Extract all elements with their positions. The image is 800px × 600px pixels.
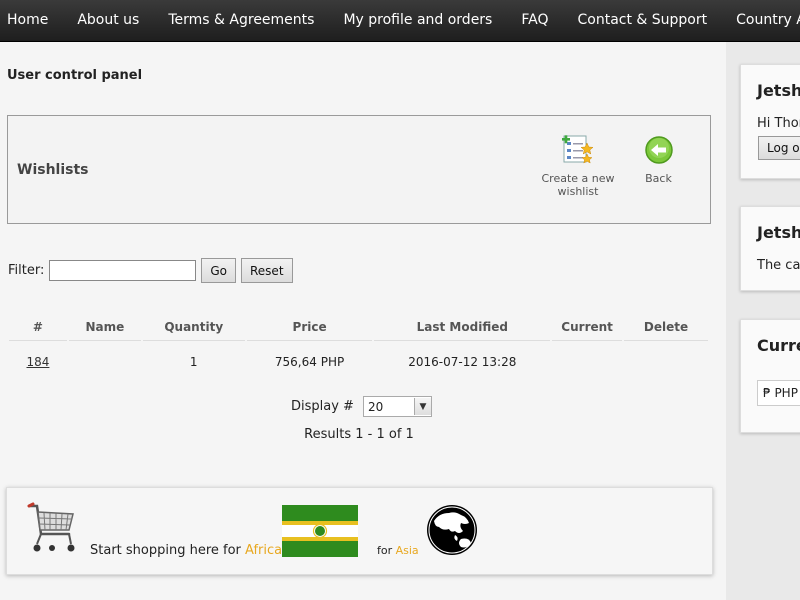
display-label: Display # — [291, 399, 354, 414]
row-current-cell — [552, 341, 622, 383]
row-id-cell: 184 — [9, 341, 67, 383]
account-box-title: Jetsho — [757, 81, 800, 100]
wishlist-link[interactable]: 184 — [27, 355, 50, 369]
row-modified-cell: 2016-07-12 13:28 — [408, 355, 517, 369]
info-box-title: Jetsho — [757, 223, 800, 242]
wishlists-panel: Wishlists Create a new wishlist Back — [7, 115, 711, 224]
reset-button[interactable]: Reset — [241, 258, 293, 283]
currency-box: Curre ₱ PHP — [740, 319, 800, 433]
display-count-select[interactable]: 20 ▼ — [362, 396, 432, 417]
filter-label: Filter: — [8, 263, 45, 278]
col-quantity[interactable]: Quantity — [142, 314, 245, 341]
main-content: User control panel Wishlists Create a ne… — [0, 42, 726, 600]
back-button[interactable]: Back — [636, 134, 681, 185]
nav-terms[interactable]: Terms & Agreements — [153, 0, 328, 41]
filter-input[interactable] — [49, 260, 197, 281]
col-delete[interactable]: Delete — [624, 314, 708, 341]
greeting-text: Hi Thom — [757, 116, 800, 131]
col-price[interactable]: Price — [246, 314, 373, 341]
asia-globe-icon[interactable] — [425, 503, 479, 557]
african-union-flag-icon[interactable] — [282, 505, 358, 557]
info-box: Jetsho The ca — [740, 206, 800, 291]
back-label: Back — [645, 172, 672, 185]
col-current[interactable]: Current — [552, 314, 623, 341]
table-header-row: # Name Quantity Price Last Modified Curr… — [9, 314, 708, 341]
page-title: User control panel — [7, 68, 143, 83]
for-label: for — [377, 544, 393, 557]
chevron-down-icon: ▼ — [413, 398, 431, 415]
currency-select[interactable]: ₱ PHP — [757, 380, 800, 406]
back-arrow-icon — [644, 136, 673, 164]
account-box: Jetsho Hi Thom Log ou — [740, 64, 800, 179]
info-box-text: The ca — [757, 258, 800, 273]
results-counter: Results 1 - 1 of 1 — [304, 427, 414, 442]
row-price-cell: 756,64 PHP — [274, 355, 345, 369]
display-count-row: Display # 20 ▼ — [291, 396, 432, 417]
row-delete-cell — [624, 341, 708, 383]
start-shopping-text: Start shopping here for Africa — [90, 543, 282, 558]
col-last-modified[interactable]: Last Modified — [374, 314, 551, 341]
shopping-cart-icon — [27, 502, 75, 552]
start-shopping-label: Start shopping here for — [90, 543, 241, 558]
go-button[interactable]: Go — [201, 258, 236, 283]
create-wishlist-button[interactable]: Create a new wishlist — [523, 134, 633, 198]
currency-box-title: Curre — [757, 336, 800, 355]
start-shopping-box: Start shopping here for Africa for Asia — [6, 487, 713, 575]
row-name-cell — [69, 341, 141, 383]
nav-about-us[interactable]: About us — [62, 0, 153, 41]
asia-link[interactable]: Asia — [396, 544, 419, 557]
for-asia-text: for Asia — [377, 544, 419, 557]
table-row: 184 1 756,64 PHP 2016-07-12 13:28 — [9, 341, 708, 383]
wishlist-table: # Name Quantity Price Last Modified Curr… — [7, 314, 710, 383]
nav-faq[interactable]: FAQ — [506, 0, 562, 41]
nav-contact-support[interactable]: Contact & Support — [562, 0, 721, 41]
wishlists-title: Wishlists — [17, 162, 89, 178]
filter-bar: Filter: Go Reset — [8, 258, 293, 283]
logout-button[interactable]: Log ou — [758, 136, 800, 160]
create-wishlist-label: Create a new wishlist — [541, 172, 615, 198]
top-nav: Home About us Terms & Agreements My prof… — [0, 0, 800, 42]
nav-home[interactable]: Home — [0, 0, 62, 41]
add-list-icon — [562, 135, 594, 164]
display-count-value: 20 — [367, 399, 384, 414]
row-quantity-cell: 1 — [189, 355, 198, 369]
col-name[interactable]: Name — [68, 314, 141, 341]
nav-profile-orders[interactable]: My profile and orders — [328, 0, 506, 41]
col-number[interactable]: # — [9, 314, 67, 341]
right-sidebar: Jetsho Hi Thom Log ou Jetsho The ca Curr… — [726, 42, 800, 600]
nav-country-agents[interactable]: Country Agents — [721, 0, 800, 41]
africa-link[interactable]: Africa — [245, 543, 282, 558]
